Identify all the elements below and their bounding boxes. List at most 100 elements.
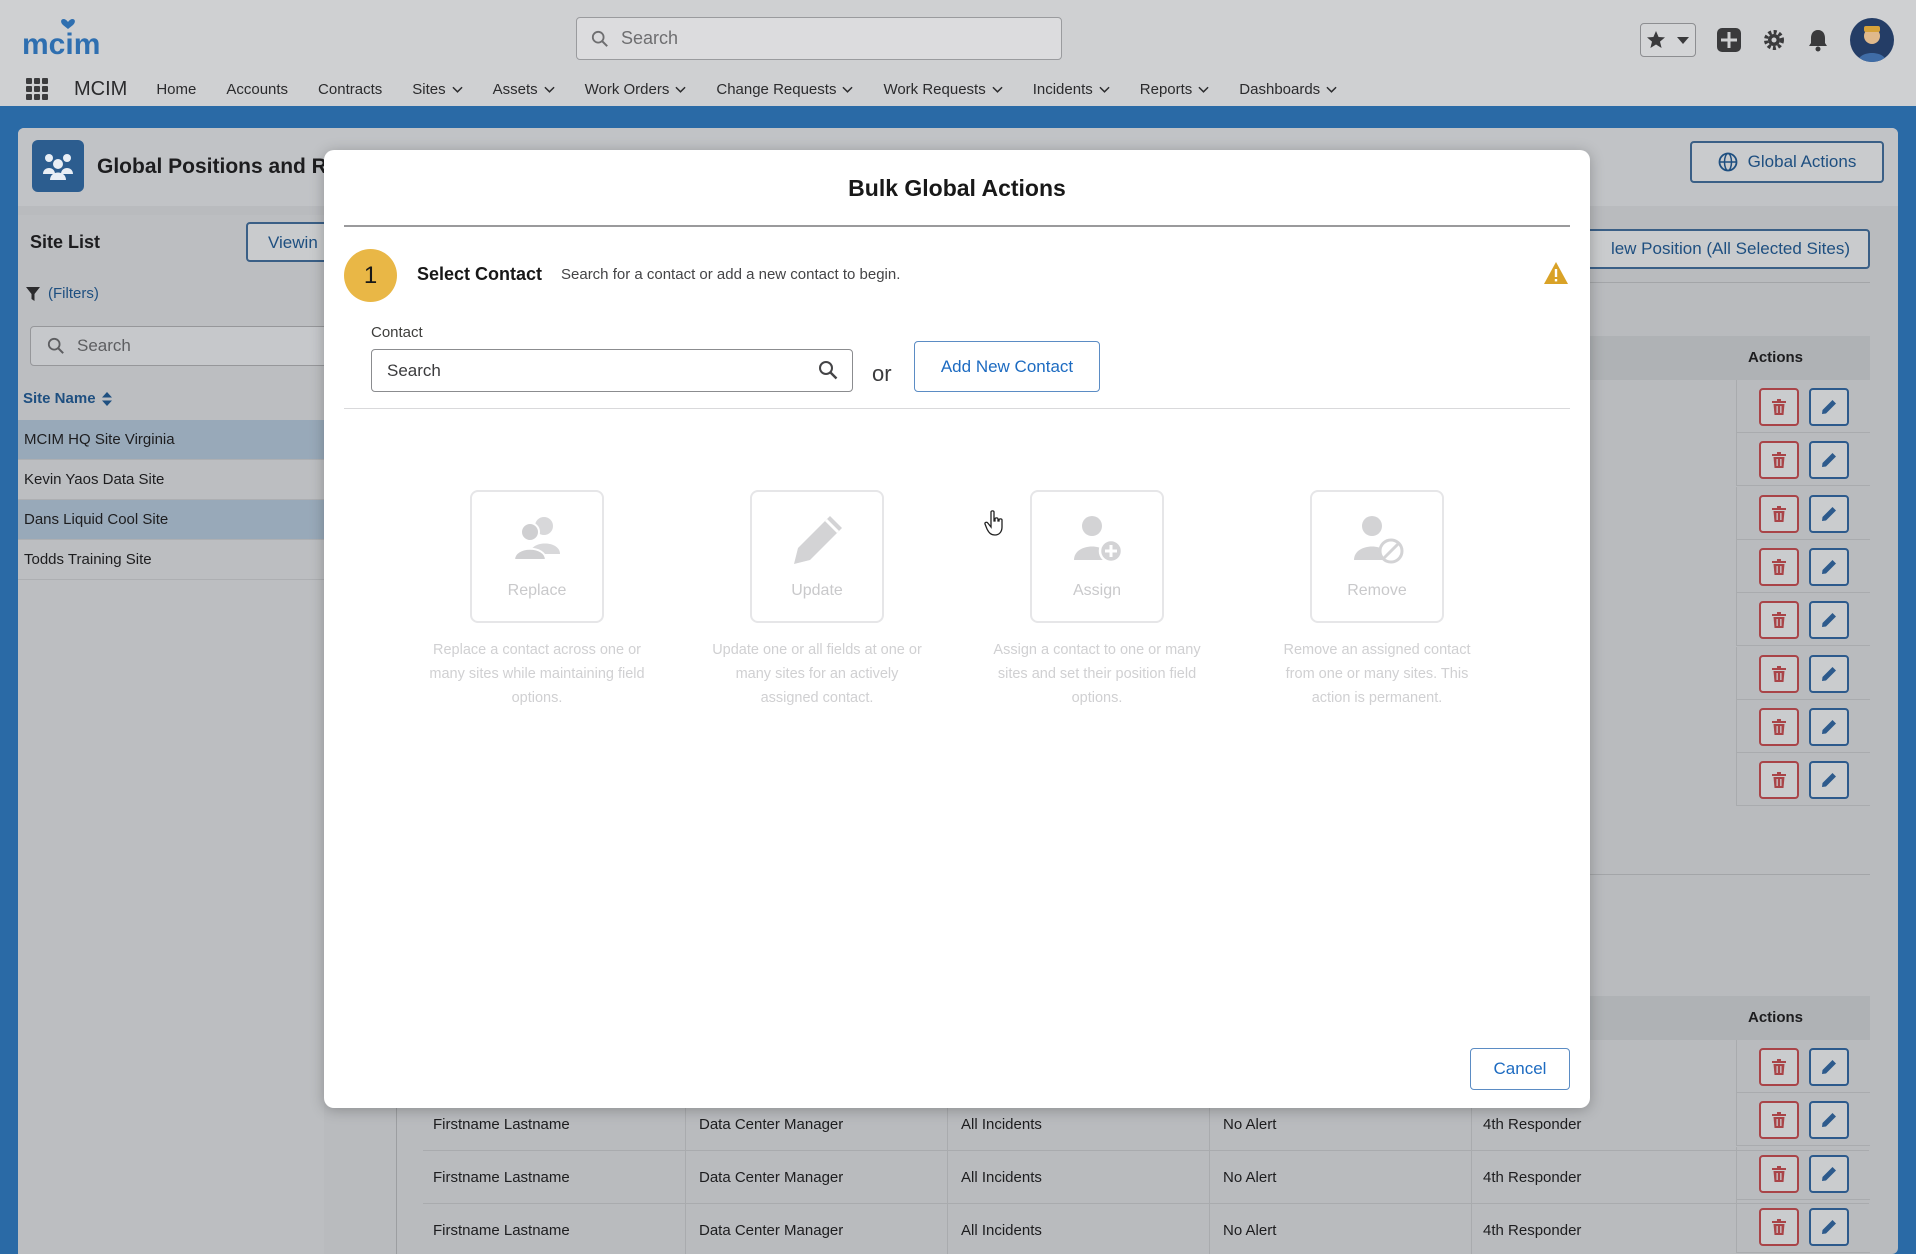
filter-icon — [26, 286, 40, 301]
nav-item-assets[interactable]: Assets — [478, 81, 570, 98]
nav-item-sites[interactable]: Sites — [397, 81, 477, 98]
row-actions — [1736, 1040, 1870, 1093]
edit-button[interactable] — [1809, 441, 1849, 480]
page-title: Global Positions and Re — [97, 155, 339, 178]
chevron-down-icon[interactable] — [992, 84, 1003, 95]
delete-button[interactable] — [1759, 388, 1799, 426]
table-row[interactable]: Firstname Lastname Data Center Manager All… — [423, 1204, 1869, 1254]
edit-button[interactable] — [1809, 1048, 1849, 1086]
actions-header-label: Actions — [1748, 349, 1804, 366]
nav-item-home[interactable]: Home — [141, 81, 211, 98]
chevron-down-icon[interactable] — [1676, 33, 1690, 47]
sort-icon — [101, 391, 112, 406]
site-list-row[interactable]: Kevin Yaos Data Site — [18, 460, 324, 500]
star-icon[interactable] — [1646, 30, 1666, 50]
favorites-button[interactable] — [1640, 23, 1696, 57]
app-launcher-icon[interactable] — [26, 78, 48, 100]
action-card-replace[interactable]: Replace — [470, 490, 604, 623]
cell-alert: No Alert — [1223, 1116, 1277, 1133]
table-row[interactable]: Firstname Lastname Data Center Manager All… — [423, 1151, 1869, 1204]
site-list-row[interactable]: Todds Training Site — [18, 540, 324, 580]
edit-button[interactable] — [1809, 601, 1849, 640]
warning-icon — [1544, 262, 1568, 284]
edit-button[interactable] — [1809, 707, 1849, 746]
step-number-badge: 1 — [344, 249, 397, 302]
cell-name: Firstname Lastname — [433, 1222, 570, 1239]
cancel-button[interactable]: Cancel — [1470, 1048, 1570, 1090]
delete-button[interactable] — [1759, 547, 1799, 586]
global-actions-button[interactable]: Global Actions — [1690, 141, 1884, 183]
row-actions — [1736, 539, 1870, 593]
column-separator — [1471, 1151, 1472, 1204]
chevron-down-icon[interactable] — [842, 84, 854, 95]
chevron-down-icon[interactable] — [675, 84, 686, 95]
nav-item-accounts[interactable]: Accounts — [211, 81, 303, 98]
pencil-icon — [1822, 613, 1836, 628]
chevron-down-icon[interactable] — [1326, 84, 1337, 95]
nav-item-label: Work Orders — [584, 80, 670, 98]
nav-item-work-requests[interactable]: Work Requests — [868, 81, 1017, 98]
or-separator: or — [872, 361, 892, 386]
nav-item-contracts[interactable]: Contracts — [303, 81, 397, 98]
action-card-remove[interactable]: Remove — [1310, 490, 1444, 623]
cell-name: Firstname Lastname — [433, 1169, 570, 1186]
new-position-button[interactable]: lew Position (All Selected Sites) — [1586, 229, 1870, 269]
delete-button[interactable] — [1759, 601, 1799, 640]
delete-button[interactable] — [1759, 654, 1799, 693]
edit-button[interactable] — [1809, 654, 1849, 693]
site-search-placeholder: Search — [77, 336, 131, 355]
positions-table: Firstname Lastname Data Center Manager All… — [396, 1098, 1870, 1254]
global-search-input[interactable]: Search — [576, 17, 1062, 60]
modal-title: Bulk Global Actions — [848, 175, 1066, 201]
chevron-down-icon[interactable] — [1198, 84, 1209, 95]
nav-item-dashboards[interactable]: Dashboards — [1224, 81, 1352, 98]
site-name-column-header[interactable]: Site Name — [23, 390, 112, 407]
row-actions — [1736, 593, 1870, 647]
search-icon — [819, 361, 838, 380]
column-separator — [1209, 1151, 1210, 1204]
cell-role: Data Center Manager — [699, 1116, 844, 1133]
nav-item-incidents[interactable]: Incidents — [1018, 81, 1125, 98]
row-actions — [1736, 753, 1870, 807]
logo-text: mcim — [22, 28, 100, 60]
user-add-icon — [1074, 516, 1124, 564]
add-new-contact-button[interactable]: Add New Contact — [914, 341, 1100, 392]
action-card-label: Replace — [507, 582, 567, 599]
action-card-update[interactable]: Update — [750, 490, 884, 623]
add-icon[interactable] — [1716, 27, 1742, 53]
nav-item-reports[interactable]: Reports — [1125, 81, 1225, 98]
delete-button[interactable] — [1759, 761, 1799, 800]
nav-item-work-orders[interactable]: Work Orders — [570, 81, 702, 98]
chevron-down-icon[interactable] — [1099, 84, 1110, 95]
mcim-logo[interactable]: mcim — [22, 16, 122, 60]
action-card-description: Replace a contact across one or many sit… — [429, 642, 645, 706]
site-search-input[interactable]: Search — [30, 326, 330, 366]
site-list-row[interactable]: MCIM HQ Site Virginia — [18, 420, 324, 460]
delete-button[interactable] — [1759, 494, 1799, 533]
delete-button[interactable] — [1759, 707, 1799, 746]
edit-button[interactable] — [1809, 547, 1849, 586]
site-list-title: Site List — [30, 232, 101, 252]
search-icon — [591, 30, 608, 47]
edit-button[interactable] — [1809, 761, 1849, 800]
edit-button[interactable] — [1809, 388, 1849, 426]
nav-item-change-requests[interactable]: Change Requests — [701, 81, 868, 98]
trash-icon — [1772, 718, 1786, 735]
delete-button[interactable] — [1759, 1048, 1799, 1086]
delete-button[interactable] — [1759, 441, 1799, 480]
gear-icon[interactable] — [1762, 28, 1786, 52]
contact-search-input[interactable]: Search — [371, 349, 853, 392]
row-actions — [1736, 699, 1870, 753]
viewing-button[interactable]: Viewin — [246, 222, 336, 262]
avatar[interactable] — [1850, 18, 1894, 62]
edit-button[interactable] — [1809, 494, 1849, 533]
bell-icon[interactable] — [1806, 28, 1830, 52]
chevron-down-icon[interactable] — [544, 84, 555, 95]
filters-link[interactable]: (Filters) — [26, 285, 99, 302]
nav-item-label: Contracts — [318, 80, 383, 98]
cell-role: Data Center Manager — [699, 1169, 844, 1186]
site-list-row[interactable]: Dans Liquid Cool Site — [18, 500, 324, 540]
column-separator — [947, 1151, 948, 1204]
chevron-down-icon[interactable] — [452, 84, 463, 95]
action-card-assign[interactable]: Assign — [1030, 490, 1164, 623]
